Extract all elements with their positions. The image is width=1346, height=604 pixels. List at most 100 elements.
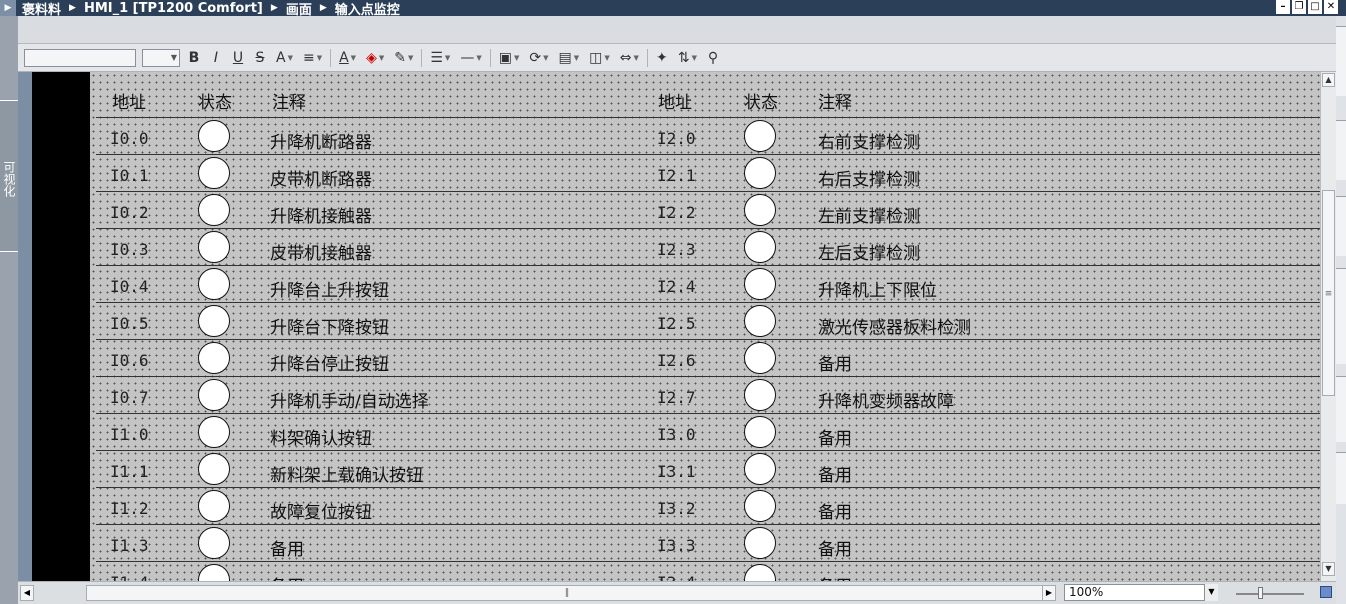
pen-icon: ✎ (394, 49, 406, 66)
vertical-scrollbar[interactable]: ▲ ≡ ▼ (1320, 72, 1336, 581)
scroll-right-icon[interactable]: ▶ (1042, 585, 1056, 601)
arrange-button[interactable]: ▣ ▼ (497, 48, 522, 68)
visualization-tab[interactable]: 可视化 (0, 100, 18, 252)
status-lamp[interactable] (198, 268, 230, 300)
status-lamp[interactable] (744, 453, 776, 485)
underline-button[interactable]: U (230, 48, 246, 68)
vertical-scroll-thumb[interactable]: ≡ (1322, 190, 1335, 396)
status-lamp[interactable] (744, 490, 776, 522)
close-icon[interactable]: ✕ (1324, 0, 1338, 14)
line-width-button[interactable]: ☰ ▼ (428, 48, 452, 68)
status-bar: ◀ ‖ ▶ 100% ▼ (18, 581, 1336, 604)
fill-color-button[interactable]: ◈ ▼ (364, 48, 386, 68)
status-lamp[interactable] (198, 194, 230, 226)
status-lamp[interactable] (198, 564, 230, 581)
status-lamp[interactable] (198, 416, 230, 448)
zoom-slider-track[interactable] (1236, 593, 1304, 595)
status-lamp[interactable] (744, 120, 776, 152)
maximize-icon[interactable]: □ (1308, 0, 1322, 14)
chevron-down-icon[interactable]: ▼ (1204, 584, 1218, 601)
status-lamp[interactable] (744, 379, 776, 411)
zoom-select[interactable]: 100% (1064, 584, 1218, 601)
zoom-slider-handle[interactable] (1258, 587, 1263, 599)
minimize-icon[interactable]: – (1276, 0, 1290, 14)
status-lamp[interactable] (744, 157, 776, 189)
status-lamp[interactable] (744, 527, 776, 559)
status-lamp[interactable] (198, 231, 230, 263)
format-toolbar: ▼ B I U S A ▼ ≡ ▼ A ▼ ◈ ▼ ✎ ▼ ☰ ▼ — ▼ ▣ ▼ ⟳ ▼ ▤ ▼ … (18, 44, 1336, 72)
status-lamp[interactable] (198, 120, 230, 152)
io-comment-right: 激光传感器板料检测 (818, 318, 971, 338)
row-separator (96, 450, 1320, 451)
task-card-tab[interactable] (1336, 268, 1346, 364)
breadcrumb-separator-icon: ▶ (319, 3, 327, 13)
task-card-tab[interactable] (1336, 120, 1346, 180)
scroll-down-icon[interactable]: ▼ (1322, 562, 1335, 576)
breadcrumb-screen[interactable]: 输入点监控 (335, 0, 400, 17)
status-lamp[interactable] (198, 490, 230, 522)
horizontal-scroll-thumb[interactable]: ‖ (86, 585, 1048, 601)
bold-button[interactable]: B (186, 48, 202, 68)
align-button[interactable]: ≡ ▼ (301, 48, 324, 68)
task-card-tab[interactable] (1336, 376, 1346, 442)
status-lamp[interactable] (198, 305, 230, 337)
task-card-tab[interactable] (1336, 452, 1346, 504)
line-color-button[interactable]: ✎ ▼ (392, 48, 415, 68)
row-separator (96, 339, 1320, 340)
scroll-left-icon[interactable]: ◀ (20, 585, 34, 601)
format-painter-button[interactable]: ✦ (654, 48, 670, 68)
line-style-button[interactable]: — ▼ (458, 48, 483, 68)
breadcrumb-project[interactable]: 褒料料 (22, 0, 61, 17)
io-comment-left: 备用 (270, 572, 304, 581)
distribute-button[interactable]: ◫ ▼ (587, 48, 612, 68)
status-lamp[interactable] (744, 231, 776, 263)
status-lamp[interactable] (198, 453, 230, 485)
status-lamp[interactable] (744, 194, 776, 226)
status-lamp[interactable] (744, 416, 776, 448)
italic-button[interactable]: I (208, 48, 224, 68)
breadcrumb-screens[interactable]: 画面 (286, 0, 312, 17)
strikethrough-button[interactable]: S (252, 48, 268, 68)
breadcrumb-device[interactable]: HMI_1 [TP1200 Comfort] (84, 1, 263, 16)
status-lamp[interactable] (744, 305, 776, 337)
io-comment-right: 升降机上下限位 (818, 281, 937, 301)
font-size-field[interactable]: ▼ (142, 48, 180, 67)
io-comment-right: 备用 (818, 540, 852, 560)
status-lamp[interactable] (198, 342, 230, 374)
status-lamp[interactable] (744, 342, 776, 374)
line-style-icon: — (460, 49, 475, 66)
io-address-left: I1.1 (110, 462, 149, 481)
io-address-right: I2.1 (657, 166, 696, 185)
font-grow-label: A (276, 49, 286, 66)
zoom-fit-icon[interactable] (1320, 586, 1332, 598)
io-comment-left: 升降机手动/自动选择 (270, 392, 429, 412)
breadcrumb-bar: ▶ 褒料料 ▶ HMI_1 [TP1200 Comfort] ▶ 画面 ▶ 输入… (0, 0, 1346, 16)
status-lamp[interactable] (744, 268, 776, 300)
io-address-right: I2.6 (657, 351, 696, 370)
zoom-tool-button[interactable]: ⚲ (705, 48, 721, 68)
io-address-right: I2.3 (657, 240, 696, 259)
status-lamp[interactable] (198, 157, 230, 189)
rotate-button[interactable]: ⟳ ▼ (527, 48, 550, 68)
io-comment-right: 升降机变频器故障 (818, 392, 954, 412)
status-lamp[interactable] (198, 379, 230, 411)
io-comment-left: 升降台上升按钮 (270, 281, 389, 301)
sort-button[interactable]: ⇅ ▼ (676, 48, 699, 68)
io-comment-right: 备用 (818, 503, 852, 523)
row-separator (96, 265, 1320, 266)
same-size-icon: ⇔ (619, 49, 632, 66)
status-lamp[interactable] (744, 564, 776, 581)
restore-icon[interactable]: ❐ (1292, 0, 1306, 14)
font-name-field[interactable] (24, 48, 136, 67)
task-card-tab[interactable] (1336, 196, 1346, 256)
status-lamp[interactable] (198, 527, 230, 559)
font-color-button[interactable]: A ▼ (337, 48, 358, 68)
scroll-up-icon[interactable]: ▲ (1322, 73, 1335, 87)
collapse-arrow-icon[interactable]: ▶ (0, 0, 16, 16)
dropdown-arrow-icon: ▼ (573, 53, 580, 62)
row-separator (96, 376, 1320, 377)
font-grow-button[interactable]: A ▼ (274, 48, 295, 68)
same-size-button[interactable]: ⇔ ▼ (618, 48, 641, 68)
task-card-tab[interactable] (1336, 26, 1346, 96)
align-objects-button[interactable]: ▤ ▼ (556, 48, 581, 68)
